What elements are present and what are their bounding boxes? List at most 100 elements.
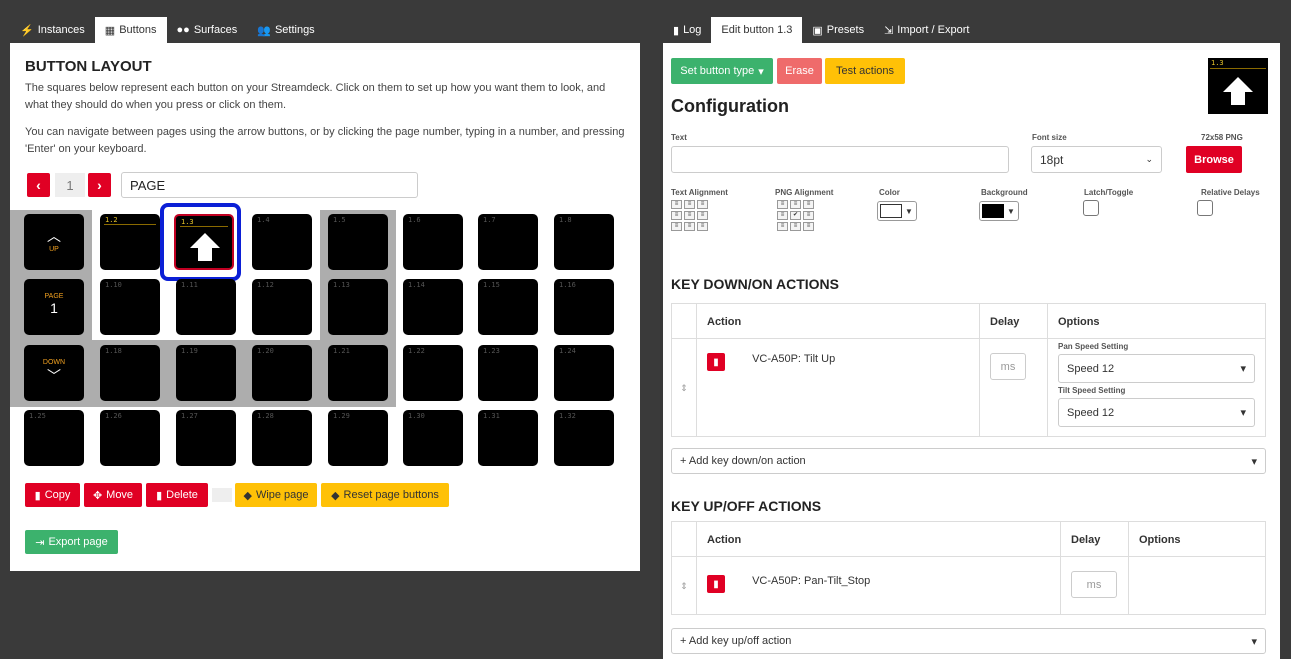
tab-edit-button[interactable]: Edit button 1.3	[711, 17, 803, 43]
button-1-6[interactable]: 1.6	[403, 214, 463, 270]
key-up-actions-table: Action Delay Options ⇕ ▮ VC-A50P: Pan-Ti…	[671, 521, 1266, 615]
export-page-button[interactable]: ⇥ Export page	[25, 530, 118, 554]
text-alignment-label: Text Alignment	[671, 188, 728, 197]
nav-down-button[interactable]: DOWN ﹀	[24, 345, 84, 401]
add-key-down-action-select[interactable]: + Add key down/on action ▾	[671, 448, 1266, 474]
background-label: Background	[981, 188, 1028, 197]
button-1-28[interactable]: 1.28	[252, 410, 312, 466]
button-1-11[interactable]: 1.11	[176, 279, 236, 335]
left-tabbar: ⚡ Instances ▦ Buttons ●● Surfaces 👥 Settings	[10, 10, 640, 43]
button-1-7[interactable]: 1.7	[478, 214, 538, 270]
delay-input[interactable]: ms	[990, 353, 1026, 380]
button-1-5[interactable]: 1.5	[328, 214, 388, 270]
background-color-picker[interactable]: ▼	[979, 201, 1019, 221]
copy-button[interactable]: ▮ Copy	[25, 483, 80, 507]
next-page-button[interactable]: ›	[88, 173, 111, 197]
page-number[interactable]: 1	[55, 173, 85, 197]
button-1-24[interactable]: 1.24	[554, 345, 614, 401]
reset-page-buttons-button[interactable]: ◆ Reset page buttons	[321, 483, 449, 507]
png-label: 72x58 PNG	[1201, 133, 1243, 142]
relative-delays-checkbox[interactable]	[1197, 200, 1213, 216]
button-1-22[interactable]: 1.22	[403, 345, 463, 401]
button-1-29[interactable]: 1.29	[328, 410, 388, 466]
delay-input[interactable]: ms	[1071, 571, 1117, 598]
col-delay: Delay	[979, 303, 1048, 339]
font-size-select[interactable]: 18pt ⌄	[1031, 146, 1162, 173]
button-1-18[interactable]: 1.18	[100, 345, 160, 401]
arrow-up-icon	[190, 233, 220, 261]
button-1-27[interactable]: 1.27	[176, 410, 236, 466]
button-1-14[interactable]: 1.14	[403, 279, 463, 335]
button-1-10[interactable]: 1.10	[100, 279, 160, 335]
col-action: Action	[696, 303, 980, 339]
caret-down-icon: ▾	[1240, 407, 1246, 419]
tab-presets[interactable]: ▣ Presets	[802, 17, 874, 43]
font-size-label: Font size	[1032, 133, 1067, 142]
button-1-32[interactable]: 1.32	[554, 410, 614, 466]
eraser-icon: ◆	[331, 489, 340, 502]
key-down-actions-table: Action Delay Options ⇕ ▮ VC-A50P: Tilt U…	[671, 303, 1266, 437]
button-1-4[interactable]: 1.4	[252, 214, 312, 270]
button-1-13[interactable]: 1.13	[328, 279, 388, 335]
drag-handle-icon[interactable]: ⇕	[680, 581, 688, 591]
tab-instances[interactable]: ⚡ Instances	[10, 17, 95, 43]
button-1-30[interactable]: 1.30	[403, 410, 463, 466]
browse-button[interactable]: Browse	[1186, 146, 1242, 173]
set-button-type-button[interactable]: Set button type ▾	[671, 58, 773, 84]
latch-toggle-checkbox[interactable]	[1083, 200, 1099, 216]
drag-handle-icon[interactable]: ⇕	[680, 383, 688, 393]
wipe-page-button[interactable]: ◆ Wipe page	[235, 483, 317, 507]
background-swatch	[982, 204, 1004, 218]
table-row: ⇕ ▮ VC-A50P: Pan-Tilt_Stop ms	[671, 556, 1266, 615]
button-1-8[interactable]: 1.8	[554, 214, 614, 270]
button-1-2[interactable]: 1.2	[100, 214, 160, 270]
test-actions-button[interactable]: Test actions	[825, 58, 905, 84]
button-1-21[interactable]: 1.21	[328, 345, 388, 401]
color-label: Color	[879, 188, 900, 197]
button-1-20[interactable]: 1.20	[252, 345, 312, 401]
color-picker[interactable]: ▼	[877, 201, 917, 221]
tilt-speed-select[interactable]: Speed 12 ▾	[1058, 398, 1255, 427]
page-name-input[interactable]: PAGE	[121, 172, 418, 198]
nav-up-button[interactable]: ︿ UP	[24, 214, 84, 270]
col-action: Action	[696, 521, 1061, 557]
pan-speed-select[interactable]: Speed 12 ▾	[1058, 354, 1255, 383]
key-up-heading: KEY UP/OFF ACTIONS	[671, 498, 822, 514]
page-title: BUTTON LAYOUT	[25, 58, 152, 75]
button-layout-panel: BUTTON LAYOUT The squares below represen…	[10, 43, 640, 571]
tab-import-export[interactable]: ⇲ Import / Export	[874, 17, 979, 43]
caret-down-icon: ▾	[1251, 635, 1257, 648]
caret-down-icon: ▾	[1240, 363, 1246, 375]
button-text-input[interactable]	[671, 146, 1009, 173]
nav-page-button[interactable]: PAGE 1	[24, 279, 84, 335]
key-down-heading: KEY DOWN/ON ACTIONS	[671, 276, 840, 292]
button-1-3[interactable]: 1.3	[174, 214, 234, 270]
latch-toggle-label: Latch/Toggle	[1084, 188, 1134, 197]
trash-icon: ▮	[156, 489, 163, 502]
button-1-23[interactable]: 1.23	[478, 345, 538, 401]
clipboard-icon: ▮	[673, 24, 680, 37]
delete-action-button[interactable]: ▮	[707, 575, 725, 593]
button-preview: 1.3	[1208, 58, 1268, 114]
tab-settings[interactable]: 👥 Settings	[247, 17, 324, 43]
button-1-16[interactable]: 1.16	[554, 279, 614, 335]
button-1-19[interactable]: 1.19	[176, 345, 236, 401]
move-button[interactable]: ✥ Move	[84, 483, 142, 507]
text-alignment-grid[interactable]: ≡ ≡ ≡ ≡ ≡ ≡ ≡ ≡ ≡	[671, 200, 708, 231]
button-1-25[interactable]: 1.25	[24, 410, 84, 466]
button-1-26[interactable]: 1.26	[100, 410, 160, 466]
caret-down-icon: ▾	[758, 65, 764, 78]
button-1-15[interactable]: 1.15	[478, 279, 538, 335]
png-alignment-grid[interactable]: ≡ ≡ ≡ ≡ ✔ ≡ ≡ ≡ ≡	[777, 200, 814, 231]
tab-buttons[interactable]: ▦ Buttons	[94, 17, 167, 43]
erase-button[interactable]: Erase	[777, 58, 822, 84]
tab-surfaces[interactable]: ●● Surfaces	[167, 17, 248, 43]
prev-page-button[interactable]: ‹	[27, 173, 50, 197]
button-1-12[interactable]: 1.12	[252, 279, 312, 335]
button-1-31[interactable]: 1.31	[478, 410, 538, 466]
delete-button[interactable]: ▮ Delete	[146, 483, 208, 507]
add-key-up-action-select[interactable]: + Add key up/off action ▾	[671, 628, 1266, 654]
right-tabbar: ▮ Log Edit button 1.3 ▣ Presets ⇲ Import / …	[663, 10, 1280, 43]
delete-action-button[interactable]: ▮	[707, 353, 725, 371]
tab-log[interactable]: ▮ Log	[663, 17, 711, 43]
